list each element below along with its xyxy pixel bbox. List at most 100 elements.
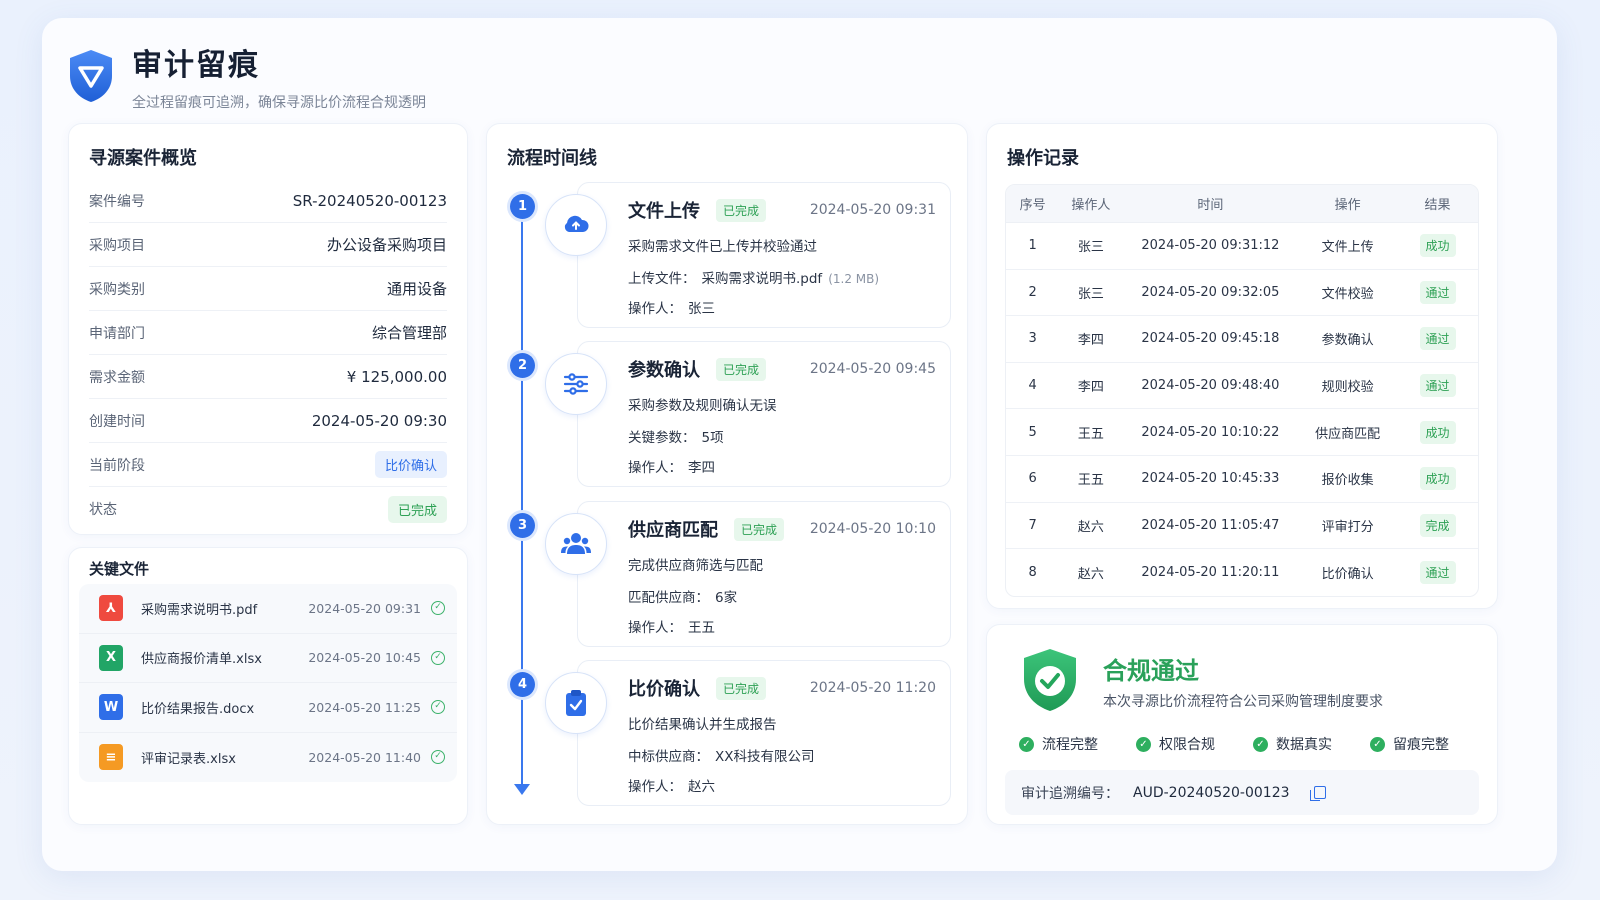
table-cell: 赵六 (1077, 566, 1104, 582)
table-row[interactable]: 6 王五 2024-05-20 10:45:33 报价收集 成功 (1006, 456, 1478, 503)
table-cell: 李四 (1077, 333, 1104, 349)
log-table-body: 1 张三 2024-05-20 09:31:12 文件上传 成功 2 张三 2024-05-2… (1006, 223, 1478, 596)
table-row[interactable]: 2 张三 2024-05-20 09:32:05 文件校验 通过 (1006, 270, 1478, 317)
overview-row: 案件编号 SR-20240520-00123 (89, 179, 447, 223)
file-item[interactable]: W 比价结果报告.docx 2024-05-20 11:25 ✓ (79, 683, 457, 733)
timeline-step-card[interactable]: 文件上传 已完成 2024-05-20 09:31 采购需求文件已上传并校验通过 上传文… (577, 182, 951, 328)
result-cell: 成功 (1397, 467, 1478, 491)
table-row[interactable]: 8 赵六 2024-05-20 11:20:11 比价确认 通过 (1006, 549, 1478, 596)
file-item[interactable]: ⅄ 采购需求说明书.pdf 2024-05-20 09:31 ✓ (79, 584, 457, 634)
step-status-badge: 已完成 (716, 357, 767, 381)
overview-row-value: 2024-05-20 09:30 (311, 411, 447, 430)
overview-row: 状态 已完成 (89, 487, 447, 531)
page-title: 审计留痕 (132, 48, 260, 83)
result-badge: 通过 (1419, 327, 1456, 351)
table-cell: 3 (1028, 331, 1037, 347)
result-cell: 成功 (1397, 234, 1478, 258)
files-list: ⅄ 采购需求说明书.pdf 2024-05-20 09:31 ✓ X 供应商报价清单.xl… (79, 584, 457, 782)
log-table-header: 序号 操作人 时间 操作 结果 (1006, 185, 1478, 223)
timeline-arrow-icon (514, 784, 530, 795)
overview-rows: 案件编号 SR-20240520-00123 采购项目 办公设备采购项目采购类别 通用设… (89, 179, 447, 531)
timeline-step-card[interactable]: 比价确认 已完成 2024-05-20 11:20 比价结果确认并生成报告 中标供应商：… (577, 660, 951, 806)
file-time: 2024-05-20 10:45 (308, 650, 421, 666)
table-cell: 1 (1028, 238, 1037, 254)
overview-row: 当前阶段 比价确认 (89, 443, 447, 487)
table-cell: 2024-05-20 09:48:40 (1141, 378, 1280, 394)
overview-row-label: 当前阶段 (89, 457, 145, 474)
table-cell: 文件校验 (1321, 286, 1374, 302)
timeline-step-header: 文件上传 已完成 2024-05-20 09:31 (628, 197, 936, 223)
timeline-step-number: 4 (510, 672, 535, 697)
compliance-check-label: 留痕完整 (1393, 737, 1449, 753)
file-time: 2024-05-20 11:25 (308, 699, 421, 715)
table-cell: 评审打分 (1321, 519, 1374, 535)
overview-row-value: SR-20240520-00123 (292, 191, 447, 210)
detail-value: XX科技有限公司 (715, 749, 815, 765)
table-cell: 2024-05-20 09:45:18 (1141, 331, 1280, 347)
overview-row-label: 需求金额 (89, 369, 145, 386)
timeline-step-title: 参数确认 (628, 360, 700, 381)
step-status-badge: 已完成 (734, 517, 785, 541)
result-badge: 通过 (1419, 374, 1456, 398)
table-row[interactable]: 3 李四 2024-05-20 09:45:18 参数确认 通过 (1006, 316, 1478, 363)
table-row[interactable]: 5 王五 2024-05-20 10:10:22 供应商匹配 成功 (1006, 409, 1478, 456)
compliance-check-item: ✓ 留痕完整 (1370, 734, 1449, 754)
operator-name: 李四 (688, 460, 715, 476)
clipboard-check-icon (545, 672, 607, 734)
table-cell: 报价收集 (1321, 473, 1374, 489)
timeline-step-card[interactable]: 供应商匹配 已完成 2024-05-20 10:10 完成供应商筛选与匹配 匹配供应商：… (577, 501, 951, 647)
column-header: 序号 (1019, 198, 1046, 213)
result-cell: 完成 (1397, 513, 1478, 537)
check-circle-icon: ✓ (1136, 736, 1151, 752)
compliance-check-label: 数据真实 (1276, 737, 1332, 753)
overview-row: 需求金额 ¥ 125,000.00 (89, 355, 447, 399)
operator-label: 操作人： (628, 779, 682, 795)
overview-row: 申请部门 综合管理部 (89, 311, 447, 355)
files-title: 关键文件 (89, 560, 150, 578)
copy-icon[interactable] (1309, 786, 1326, 801)
table-cell: 文件上传 (1321, 240, 1374, 256)
table-cell: 供应商匹配 (1315, 426, 1381, 442)
table-row[interactable]: 4 李四 2024-05-20 09:48:40 规则校验 通过 (1006, 363, 1478, 410)
detail-extra: (1.2 MB) (828, 272, 880, 286)
pdf-file-icon: ⅄ (99, 595, 123, 622)
timeline-step-number: 1 (510, 194, 535, 219)
overview-row: 创建时间 2024-05-20 09:30 (89, 399, 447, 443)
table-cell: 2024-05-20 09:32:05 (1141, 284, 1280, 300)
page-subtitle: 全过程留痕可追溯，确保寻源比价流程合规透明 (132, 95, 426, 111)
timeline-step-operator: 操作人： 张三 (628, 297, 715, 317)
column-header: 操作人 (1071, 198, 1111, 213)
timeline-step-operator: 操作人： 王五 (628, 616, 715, 636)
table-row[interactable]: 7 赵六 2024-05-20 11:05:47 评审打分 完成 (1006, 503, 1478, 550)
table-cell: 8 (1028, 564, 1037, 580)
table-cell: 张三 (1077, 240, 1104, 256)
result-badge: 成功 (1419, 467, 1456, 491)
detail-label: 关键参数： (628, 430, 696, 446)
timeline-card: 流程时间线 1 文件上传 已完成 2024-05-20 09:31 采购需求文件已上传并… (486, 123, 968, 825)
overview-row: 采购类别 通用设备 (89, 267, 447, 311)
timeline-step-card[interactable]: 参数确认 已完成 2024-05-20 09:45 采购参数及规则确认无误 关键参数： 5… (577, 341, 951, 487)
column-header: 操作 (1334, 198, 1361, 213)
file-item[interactable]: ≡ 评审记录表.xlsx 2024-05-20 11:40 ✓ (79, 733, 457, 783)
users-icon (545, 513, 607, 575)
shield-check-icon (1024, 649, 1076, 711)
table-cell: 4 (1028, 378, 1037, 394)
timeline-step-desc: 比价结果确认并生成报告 (628, 717, 777, 733)
table-row[interactable]: 1 张三 2024-05-20 09:31:12 文件上传 成功 (1006, 223, 1478, 270)
file-name: 采购需求说明书.pdf (141, 602, 258, 618)
column-header: 结果 (1424, 198, 1451, 213)
file-name: 评审记录表.xlsx (141, 751, 236, 767)
file-item[interactable]: X 供应商报价清单.xlsx 2024-05-20 10:45 ✓ (79, 634, 457, 683)
detail-value: 5项 (701, 430, 724, 446)
overview-title: 寻源案件概览 (89, 148, 197, 169)
overview-row-value: 办公设备采购项目 (326, 236, 447, 254)
result-cell: 通过 (1397, 374, 1478, 398)
compliance-title: 合规通过 (1103, 657, 1199, 685)
log-table: 序号 操作人 时间 操作 结果 1 张三 2024-05-20 09:31:12 文件上传 成功… (1005, 184, 1479, 597)
table-cell: 2024-05-20 09:31:12 (1141, 238, 1280, 254)
overview-row-label: 采购项目 (89, 237, 145, 254)
excel-file-icon: X (99, 644, 123, 671)
step-status-badge: 已完成 (716, 676, 767, 700)
file-time: 2024-05-20 11:40 (308, 749, 421, 765)
detail-label: 上传文件： (628, 271, 696, 287)
